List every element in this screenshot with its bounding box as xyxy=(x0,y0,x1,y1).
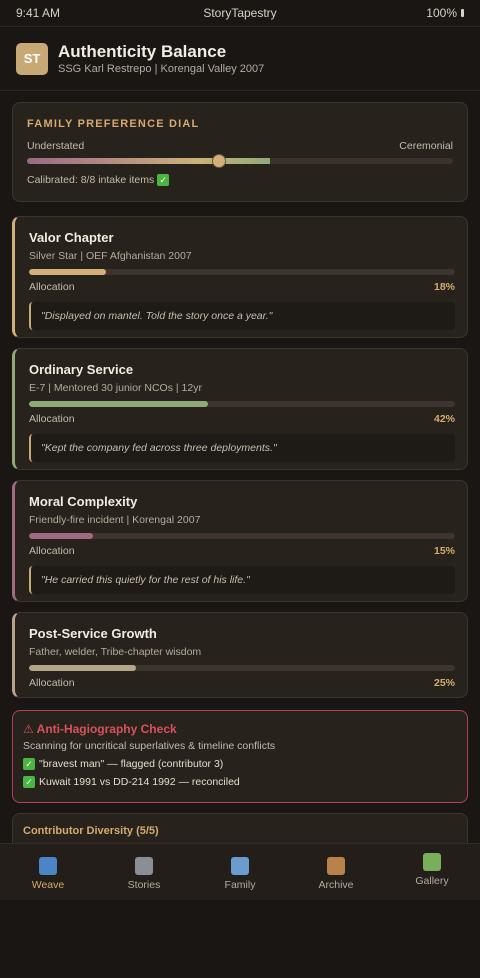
checkmark-icon: ✓ xyxy=(23,758,35,770)
allocation-fill xyxy=(29,401,208,407)
tab-stories[interactable]: Stories xyxy=(96,844,192,900)
allocation-label: Allocation xyxy=(29,413,75,425)
page-title: Authenticity Balance xyxy=(58,41,227,61)
check-item: ✓ "bravest man" — flagged (contributor 3… xyxy=(23,758,457,770)
chapter-card-moral-complexity[interactable]: Moral Complexity Friendly-fire incident … xyxy=(12,480,468,602)
allocation-label: Allocation xyxy=(29,677,75,689)
anti-hagiography-check: ⚠ Anti-Hagiography Check Scanning for un… xyxy=(12,710,468,803)
allocation-bar[interactable] xyxy=(29,665,455,671)
contributor-diversity-title: Contributor Diversity (5/5) xyxy=(23,825,159,837)
chapter-quote: "Displayed on mantel. Told the story onc… xyxy=(29,302,455,330)
page-subtitle: SSG Karl Restrepo | Korengal Valley 2007 xyxy=(58,62,265,75)
allocation-percent: 15% xyxy=(433,545,455,557)
tab-bar: Weave Stories Family Archive Gallery xyxy=(0,843,480,900)
status-time: 9:41 AM xyxy=(16,6,61,20)
status-app-name: StoryTapestry xyxy=(203,6,277,20)
dial-status-text: Calibrated: 8/8 intake items xyxy=(27,174,155,186)
chapter-card-post-service-growth[interactable]: Post-Service Growth Father, welder, Trib… xyxy=(12,612,468,698)
allocation-bar[interactable] xyxy=(29,533,455,539)
tab-weave[interactable]: Weave xyxy=(0,844,96,900)
avatar[interactable]: ST xyxy=(16,42,48,75)
check-subtitle: Scanning for uncritical superlatives & t… xyxy=(23,740,276,752)
allocation-percent: 18% xyxy=(433,281,455,293)
dial-left-label: Understated xyxy=(27,140,85,152)
tab-label: Archive xyxy=(318,879,354,891)
home-indicator-area xyxy=(0,900,480,978)
allocation-bar[interactable] xyxy=(29,269,455,275)
chapter-subtitle: Friendly-fire incident | Korengal 2007 xyxy=(29,514,201,526)
check-item-text: "bravest man" — flagged (contributor 3) xyxy=(39,758,224,770)
battery-label: 100% xyxy=(426,6,457,20)
dial-status: Calibrated: 8/8 intake items ✓ xyxy=(27,174,453,186)
allocation-fill xyxy=(29,533,93,539)
chapter-title: Moral Complexity xyxy=(29,494,138,509)
chapter-quote: "He carried this quietly for the rest of… xyxy=(29,566,455,594)
checkmark-icon: ✓ xyxy=(157,174,170,186)
battery-icon xyxy=(461,9,464,17)
status-battery: 100% xyxy=(426,6,464,20)
box-icon xyxy=(327,857,345,875)
allocation-fill xyxy=(29,665,136,671)
check-item-text: Kuwait 1991 vs DD-214 1992 — reconciled xyxy=(39,776,240,788)
picture-icon xyxy=(423,853,441,871)
chapter-subtitle: Silver Star | OEF Afghanistan 2007 xyxy=(29,250,192,262)
tab-archive[interactable]: Archive xyxy=(288,844,384,900)
chapter-title: Ordinary Service xyxy=(29,362,134,377)
tab-label: Weave xyxy=(31,879,65,891)
family-preference-dial: FAMILY PREFERENCE DIAL Understated Cerem… xyxy=(12,102,468,202)
status-bar: 9:41 AM StoryTapestry 100% xyxy=(0,0,480,27)
chapter-card-ordinary-service[interactable]: Ordinary Service E-7 | Mentored 30 junio… xyxy=(12,348,468,470)
tab-label: Family xyxy=(224,879,256,891)
dial-slider-track[interactable] xyxy=(27,154,453,168)
book-icon xyxy=(135,857,153,875)
chapter-card-valor[interactable]: Valor Chapter Silver Star | OEF Afghanis… xyxy=(12,216,468,338)
main-content[interactable]: FAMILY PREFERENCE DIAL Understated Cerem… xyxy=(0,91,480,843)
tab-label: Gallery xyxy=(415,875,449,887)
family-icon xyxy=(231,857,249,875)
page-header: ST Authenticity Balance SSG Karl Restrep… xyxy=(0,27,480,91)
dial-right-label: Ceremonial xyxy=(399,140,453,152)
contributor-diversity-card[interactable]: Contributor Diversity (5/5) xyxy=(12,813,468,843)
allocation-percent: 25% xyxy=(433,677,455,689)
chapter-title: Post-Service Growth xyxy=(29,626,157,641)
checkmark-icon: ✓ xyxy=(23,776,35,788)
allocation-fill xyxy=(29,269,106,275)
allocation-percent: 42% xyxy=(433,413,455,425)
allocation-bar[interactable] xyxy=(29,401,455,407)
dial-slider-thumb[interactable] xyxy=(211,154,226,168)
tab-gallery[interactable]: Gallery xyxy=(384,844,480,900)
chapter-title: Valor Chapter xyxy=(29,230,114,245)
chapter-quote: "Kept the company fed across three deplo… xyxy=(29,434,455,462)
tab-family[interactable]: Family xyxy=(192,844,288,900)
chapter-subtitle: E-7 | Mentored 30 junior NCOs | 12yr xyxy=(29,382,202,394)
check-item: ✓ Kuwait 1991 vs DD-214 1992 — reconcile… xyxy=(23,776,457,788)
allocation-label: Allocation xyxy=(29,281,75,293)
tab-label: Stories xyxy=(127,879,161,891)
check-title: ⚠ Anti-Hagiography Check xyxy=(23,722,177,736)
dial-title: FAMILY PREFERENCE DIAL xyxy=(27,118,200,130)
chapter-subtitle: Father, welder, Tribe-chapter wisdom xyxy=(29,646,202,658)
spool-icon xyxy=(39,857,57,875)
allocation-label: Allocation xyxy=(29,545,75,557)
